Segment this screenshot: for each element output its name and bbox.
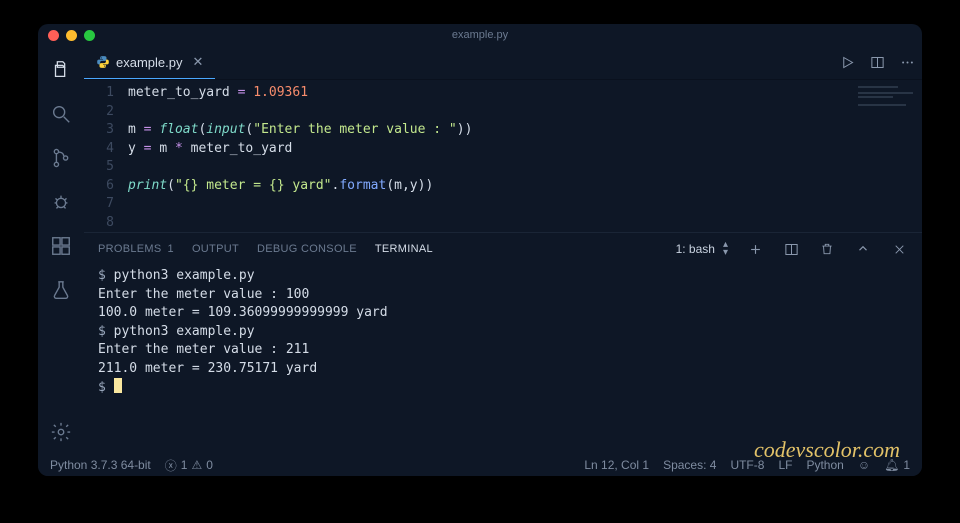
- title-bar: example.py: [38, 24, 922, 46]
- line-gutter: 12345678: [84, 84, 128, 232]
- tab-close-icon[interactable]: ✕: [192, 54, 203, 70]
- search-icon[interactable]: [49, 102, 73, 126]
- status-bar: Python 3.7.3 64-bit ⓧ1 ⚠0 Ln 12, Col 1 S…: [38, 454, 922, 476]
- content-area: example.py ✕ 12345678 meter_to_yard = 1.…: [84, 46, 922, 454]
- terminal-output[interactable]: $ python3 example.pyEnter the meter valu…: [84, 265, 922, 454]
- editor-tabs: example.py ✕: [84, 46, 922, 80]
- bell-icon: 🔔︎: [884, 458, 899, 472]
- new-terminal-icon[interactable]: [746, 242, 764, 257]
- terminal-shell-select[interactable]: 1: bash ▴▾: [676, 241, 728, 257]
- panel-tab-terminal[interactable]: TERMINAL: [375, 243, 433, 255]
- explorer-icon[interactable]: [49, 58, 73, 82]
- extensions-icon[interactable]: [49, 234, 73, 258]
- code-editor[interactable]: 12345678 meter_to_yard = 1.09361 m = flo…: [84, 80, 922, 232]
- editor-area: 12345678 meter_to_yard = 1.09361 m = flo…: [84, 80, 922, 232]
- split-editor-icon[interactable]: [862, 46, 892, 79]
- panel-tabs: PROBLEMS 1 OUTPUT DEBUG CONSOLE TERMINAL…: [84, 233, 922, 265]
- settings-gear-icon[interactable]: [49, 420, 73, 444]
- activity-bar: [38, 46, 84, 454]
- status-eol[interactable]: LF: [778, 458, 792, 472]
- test-icon[interactable]: [49, 278, 73, 302]
- panel-tab-problems[interactable]: PROBLEMS 1: [98, 243, 174, 255]
- editor-window: example.py: [38, 24, 922, 476]
- status-encoding[interactable]: UTF-8: [730, 458, 764, 472]
- close-panel-icon[interactable]: [890, 243, 908, 256]
- debug-icon[interactable]: [49, 190, 73, 214]
- status-indentation[interactable]: Spaces: 4: [663, 458, 716, 472]
- maximize-panel-icon[interactable]: [854, 242, 872, 256]
- select-caret-icon: ▴▾: [723, 241, 728, 257]
- error-icon: ⓧ: [165, 457, 177, 474]
- bottom-panel: PROBLEMS 1 OUTPUT DEBUG CONSOLE TERMINAL…: [84, 232, 922, 454]
- python-file-icon: [96, 55, 110, 69]
- panel-tab-output[interactable]: OUTPUT: [192, 243, 239, 255]
- kill-terminal-icon[interactable]: [818, 242, 836, 256]
- status-diagnostics[interactable]: ⓧ1 ⚠0: [165, 457, 213, 474]
- status-language[interactable]: Python: [806, 458, 843, 472]
- minimap[interactable]: [858, 84, 918, 134]
- problems-count: 1: [168, 243, 174, 255]
- source-control-icon[interactable]: [49, 146, 73, 170]
- panel-tab-debug[interactable]: DEBUG CONSOLE: [257, 243, 357, 255]
- status-interpreter[interactable]: Python 3.7.3 64-bit: [50, 458, 151, 472]
- window-title: example.py: [38, 29, 922, 41]
- status-feedback-icon[interactable]: ☺: [858, 458, 870, 472]
- code-content[interactable]: meter_to_yard = 1.09361 m = float(input(…: [128, 84, 922, 232]
- run-icon[interactable]: [832, 46, 862, 79]
- warning-icon: ⚠: [191, 458, 202, 472]
- status-notifications[interactable]: 🔔︎1: [884, 458, 910, 472]
- status-cursor-position[interactable]: Ln 12, Col 1: [584, 458, 649, 472]
- tab-filename: example.py: [116, 55, 182, 70]
- tab-example-py[interactable]: example.py ✕: [84, 46, 215, 79]
- more-actions-icon[interactable]: [892, 46, 922, 79]
- main-area: example.py ✕ 12345678 meter_to_yard = 1.…: [38, 46, 922, 454]
- split-terminal-icon[interactable]: [782, 242, 800, 257]
